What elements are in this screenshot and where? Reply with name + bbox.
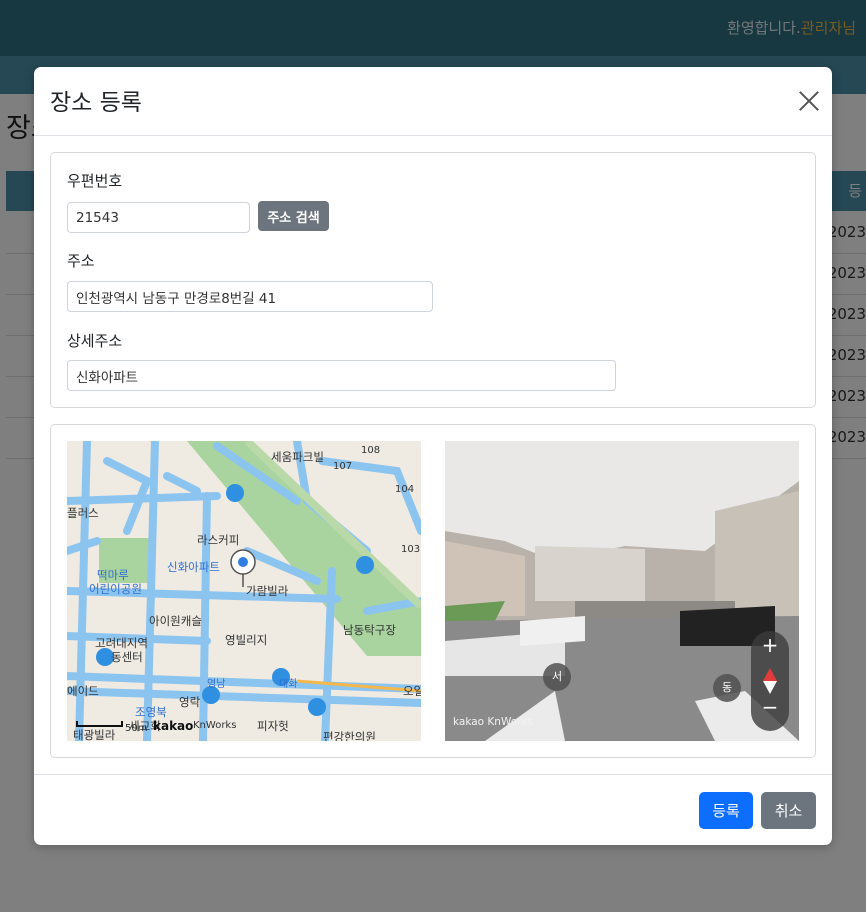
kakao-logo: kakao bbox=[153, 719, 194, 733]
roadview-west-button[interactable]: 서 bbox=[543, 663, 571, 691]
map-label: 남동탁구장 bbox=[343, 623, 396, 637]
map-label: 플러스 bbox=[67, 506, 99, 520]
roadview-east-button[interactable]: 동 bbox=[713, 674, 741, 702]
roadview-controls: + − bbox=[751, 631, 789, 731]
map-label: 영남 bbox=[207, 679, 226, 690]
map-label: 오일 bbox=[403, 684, 421, 698]
map-label: 어린이공원 bbox=[89, 582, 142, 596]
modal-header: 장소 등록 bbox=[34, 67, 832, 136]
roadview-credit: kakao KnWorks bbox=[453, 716, 534, 728]
modal-footer: 등록 취소 bbox=[34, 774, 832, 845]
compass-icon[interactable] bbox=[763, 668, 777, 694]
map-card: 세움파크빌 107 108 104 103 라스커피 신화아파트 가람빌라 떡마… bbox=[50, 424, 816, 758]
map-label: 대화 bbox=[279, 679, 298, 690]
place-register-modal: 장소 등록 우편번호 주소 검색 주소 상세주소 bbox=[34, 67, 832, 845]
postal-code-input[interactable] bbox=[67, 202, 250, 233]
map-label: 107 bbox=[333, 461, 353, 472]
map-label: 영락 bbox=[179, 695, 201, 709]
detail-address-label: 상세주소 bbox=[67, 332, 123, 350]
map-credit: KnWorks bbox=[193, 720, 237, 731]
map-label: 피자헛 bbox=[257, 719, 289, 733]
map-label: 가람빌라 bbox=[246, 584, 289, 598]
address-search-button[interactable]: 주소 검색 bbox=[258, 201, 329, 231]
map-label: 108 bbox=[361, 445, 381, 456]
address-label: 주소 bbox=[67, 252, 95, 270]
roadview-scene bbox=[445, 441, 799, 741]
map-label: 동센터 bbox=[111, 650, 143, 664]
address-input[interactable] bbox=[67, 281, 433, 312]
map-label: 104 bbox=[395, 484, 415, 495]
map-label: 103 bbox=[401, 544, 421, 555]
map-label: 라스커피 bbox=[197, 533, 240, 547]
map-label: 세움파크빌 bbox=[271, 450, 324, 464]
kakao-map[interactable]: 세움파크빌 107 108 104 103 라스커피 신화아파트 가람빌라 떡마… bbox=[67, 441, 421, 741]
map-label: 아이원캐슬 bbox=[149, 614, 202, 628]
kakao-roadview[interactable]: kakao KnWorks 서 동 + − bbox=[445, 441, 799, 741]
postal-code-label: 우편번호 bbox=[67, 172, 123, 190]
map-label: 신화아파트 bbox=[167, 560, 220, 574]
map-label: 에이드 bbox=[67, 684, 99, 698]
detail-address-input[interactable] bbox=[67, 360, 616, 391]
map-scale-label: 50m bbox=[125, 723, 148, 734]
close-icon[interactable] bbox=[798, 90, 820, 112]
register-button[interactable]: 등록 bbox=[699, 792, 753, 829]
map-label: 영빌리지 bbox=[225, 633, 268, 647]
map-label: 편강한의원 bbox=[323, 730, 376, 741]
zoom-out-icon[interactable]: − bbox=[751, 695, 789, 719]
cancel-button[interactable]: 취소 bbox=[761, 792, 816, 829]
map-label: 태광빌라 bbox=[73, 728, 116, 741]
zoom-in-icon[interactable]: + bbox=[751, 633, 789, 657]
address-form-card: 우편번호 주소 검색 주소 상세주소 bbox=[50, 152, 816, 408]
modal-title: 장소 등록 bbox=[50, 90, 142, 116]
